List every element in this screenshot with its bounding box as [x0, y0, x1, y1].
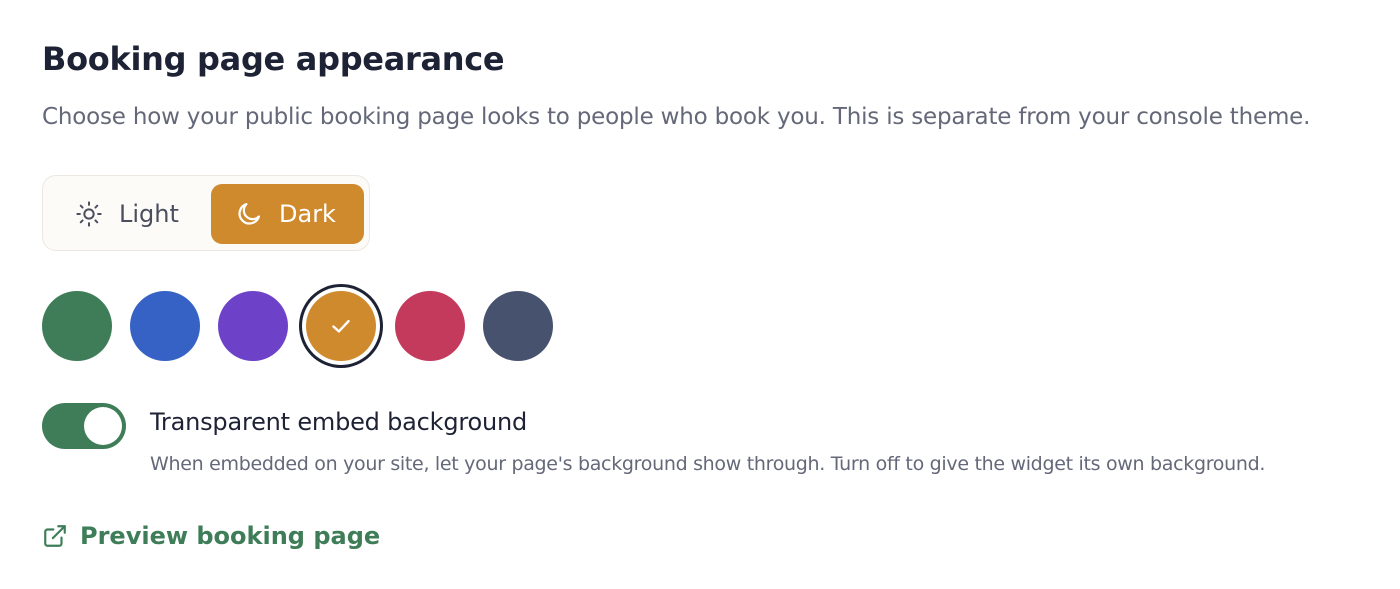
external-link-icon: [42, 523, 68, 549]
transparent-embed-switch[interactable]: [42, 403, 126, 449]
moon-icon: [235, 200, 263, 228]
dark-mode-label: Dark: [279, 200, 336, 228]
section-title: Booking page appearance: [42, 40, 505, 78]
color-swatch-slate[interactable]: [483, 291, 553, 361]
sun-icon: [75, 200, 103, 228]
switch-knob: [84, 407, 122, 445]
light-mode-label: Light: [119, 200, 179, 228]
light-mode-button[interactable]: Light: [51, 184, 206, 244]
transparent-embed-label: Transparent embed background: [150, 408, 528, 436]
color-swatch-orange[interactable]: [306, 291, 376, 361]
section-description: Choose how your public booking page look…: [42, 104, 1311, 130]
dark-mode-button[interactable]: Dark: [211, 184, 364, 244]
color-swatch-green[interactable]: [42, 291, 112, 361]
preview-booking-page-link[interactable]: Preview booking page: [42, 522, 380, 550]
check-icon: [328, 313, 354, 339]
color-swatch-purple[interactable]: [218, 291, 288, 361]
preview-link-label: Preview booking page: [80, 522, 381, 550]
color-swatch-blue[interactable]: [130, 291, 200, 361]
theme-mode-toggle: Light Dark: [42, 175, 370, 251]
color-swatch-red[interactable]: [395, 291, 465, 361]
transparent-embed-description: When embedded on your site, let your pag…: [150, 453, 1266, 475]
